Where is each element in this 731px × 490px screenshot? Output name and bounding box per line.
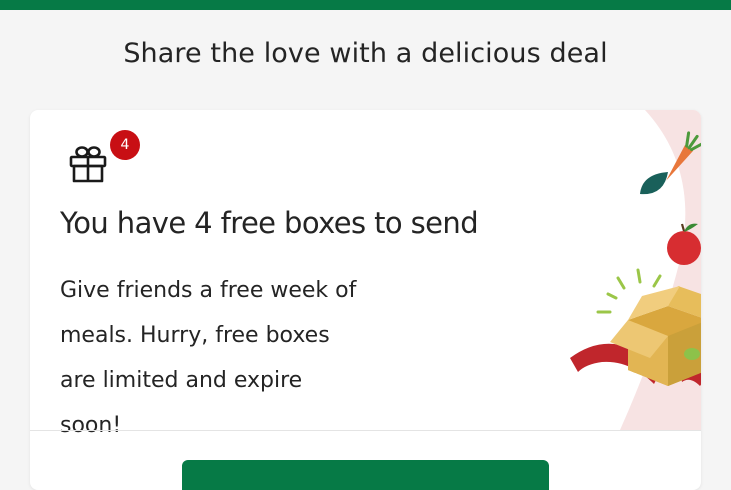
card-title: You have 4 free boxes to send — [60, 206, 479, 240]
gift-badge-group: 4 — [68, 130, 140, 186]
referral-card: 4 You have 4 free boxes to send Give fri… — [30, 110, 701, 490]
card-divider — [30, 430, 701, 431]
send-free-box-button[interactable] — [182, 460, 549, 490]
gift-icon — [68, 144, 108, 184]
top-accent-bar — [0, 0, 731, 10]
notification-badge: 4 — [110, 130, 140, 160]
page-heading: Share the love with a delicious deal — [123, 38, 608, 69]
card-description: Give friends a free week of meals. Hurry… — [60, 278, 357, 438]
open-box-with-food-icon — [550, 110, 701, 430]
